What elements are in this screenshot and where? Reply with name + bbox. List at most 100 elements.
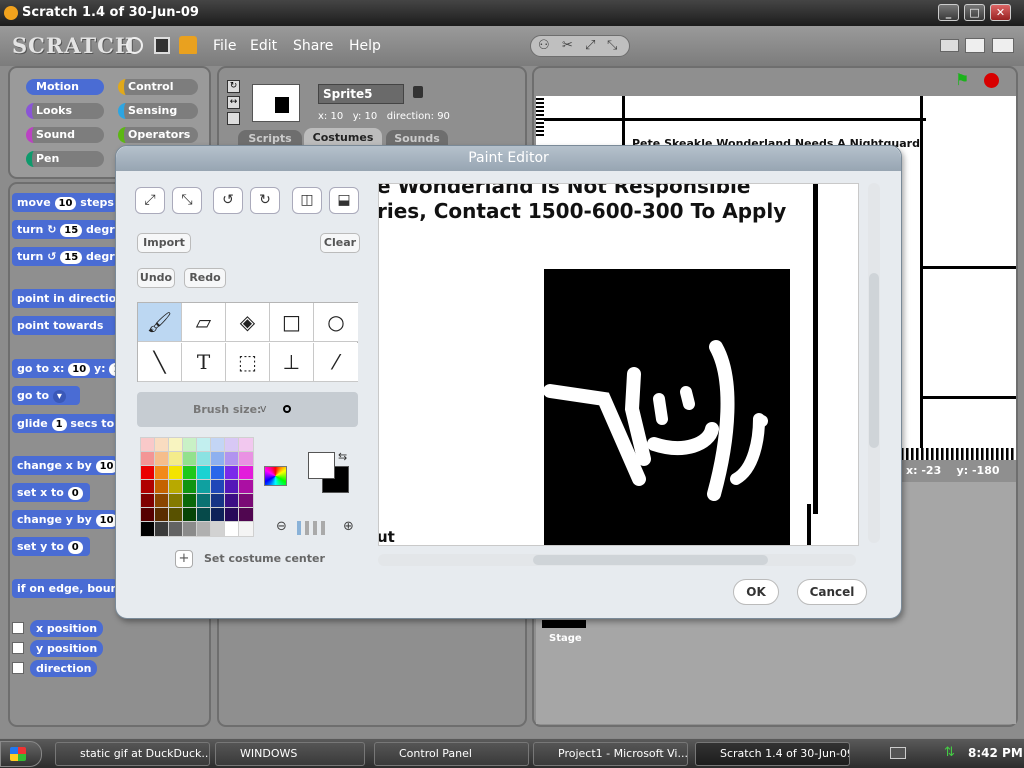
block-input[interactable]: 0 xyxy=(67,541,83,554)
eyedropper-icon[interactable]: ⁄ xyxy=(314,343,358,382)
color-swatch[interactable] xyxy=(238,451,254,467)
small-stage-icon[interactable] xyxy=(940,39,959,52)
color-swatch[interactable] xyxy=(140,507,156,523)
color-swatch[interactable] xyxy=(182,479,198,495)
category-operators[interactable]: Operators xyxy=(118,127,198,143)
reporter-checkbox[interactable] xyxy=(12,662,24,674)
color-swatch[interactable] xyxy=(140,451,156,467)
window-title-bar[interactable]: Scratch 1.4 of 30-Jun-09 _ □ ✕ xyxy=(0,0,1024,26)
block-glide[interactable]: glide 1 secs to xyxy=(12,414,117,433)
category-motion[interactable]: Motion xyxy=(26,79,104,95)
color-swatch[interactable] xyxy=(168,521,184,537)
color-swatch[interactable] xyxy=(224,479,240,495)
color-swatch[interactable] xyxy=(168,437,184,453)
color-swatch[interactable] xyxy=(210,493,226,509)
color-swatch[interactable] xyxy=(182,451,198,467)
block-input[interactable]: 0 xyxy=(67,487,83,500)
color-swatch[interactable] xyxy=(168,493,184,509)
color-swatch[interactable] xyxy=(210,507,226,523)
category-control[interactable]: Control xyxy=(118,79,198,95)
set-costume-center-label[interactable]: Set costume center xyxy=(204,552,325,565)
category-sensing[interactable]: Sensing xyxy=(118,103,198,119)
color-swatch[interactable] xyxy=(182,437,198,453)
no-rotate-icon[interactable] xyxy=(227,112,240,125)
color-swatch[interactable] xyxy=(210,465,226,481)
category-pen[interactable]: Pen xyxy=(26,151,104,167)
paintbrush-icon[interactable]: 🖌 xyxy=(138,303,182,342)
color-swatch[interactable] xyxy=(196,465,212,481)
color-swatch[interactable] xyxy=(182,507,198,523)
undo-button[interactable]: Undo xyxy=(137,268,175,288)
stop-sign-icon[interactable] xyxy=(984,73,999,88)
color-swatch[interactable] xyxy=(210,479,226,495)
block-turn-left[interactable]: turn ↺ 15 degr xyxy=(12,247,117,266)
menu-help[interactable]: Help xyxy=(349,38,381,54)
shrink-tool-icon[interactable]: ⤡ xyxy=(607,38,617,53)
color-picker-icon[interactable] xyxy=(264,466,287,486)
color-swatch[interactable] xyxy=(196,437,212,453)
category-sound[interactable]: Sound xyxy=(26,127,104,143)
vertical-scroll-thumb[interactable] xyxy=(869,273,879,448)
color-swatch[interactable] xyxy=(168,465,184,481)
minimize-icon[interactable]: _ xyxy=(938,4,959,21)
block-point-towards[interactable]: point towards xyxy=(12,316,117,335)
color-swatch[interactable] xyxy=(140,465,156,481)
color-swatch[interactable] xyxy=(196,451,212,467)
color-swatch[interactable] xyxy=(196,479,212,495)
block-change-x[interactable]: change x by 10 xyxy=(12,456,118,475)
color-swatch[interactable] xyxy=(196,493,212,509)
taskbar-item[interactable]: WINDOWS xyxy=(215,742,365,766)
block-set-x[interactable]: set x to 0 xyxy=(12,483,90,502)
menu-file[interactable]: File xyxy=(213,38,236,54)
color-swatch[interactable] xyxy=(168,451,184,467)
color-swatch[interactable] xyxy=(238,521,254,537)
zoom-in-icon[interactable]: ⊕ xyxy=(343,519,354,534)
block-goto[interactable]: go to ▾ xyxy=(12,386,80,405)
block-input[interactable]: 10 xyxy=(68,363,91,376)
color-swatch[interactable] xyxy=(238,479,254,495)
reporter-y-position[interactable]: y position xyxy=(30,640,104,657)
color-swatch[interactable] xyxy=(154,437,170,453)
import-button[interactable]: Import xyxy=(137,233,191,253)
flip-style-icon[interactable]: ↔ xyxy=(227,96,240,109)
sprite-name-field[interactable]: Sprite5 xyxy=(318,84,404,104)
zoom-level-bars[interactable] xyxy=(297,521,337,535)
fill-bucket-icon[interactable]: ◈ xyxy=(226,303,270,342)
block-goto-xy[interactable]: go to x: 10 y: 1 xyxy=(12,359,125,378)
eraser-icon[interactable]: ▱ xyxy=(182,303,226,342)
swap-colors-icon[interactable]: ⇆ xyxy=(338,450,347,463)
duplicate-tool-icon[interactable]: ⚇ xyxy=(538,38,550,53)
category-looks[interactable]: Looks xyxy=(26,103,104,119)
color-swatch[interactable] xyxy=(154,521,170,537)
color-swatch[interactable] xyxy=(154,493,170,509)
network-icon[interactable]: ⇅ xyxy=(944,745,955,760)
stage-label[interactable]: Stage xyxy=(549,633,582,644)
share-house-icon[interactable] xyxy=(179,36,197,54)
color-swatch[interactable] xyxy=(154,465,170,481)
close-icon[interactable]: ✕ xyxy=(990,4,1011,21)
clear-button[interactable]: Clear xyxy=(320,233,360,253)
keyboard-icon[interactable] xyxy=(890,747,906,759)
green-flag-icon[interactable]: ⚑ xyxy=(955,72,973,88)
taskbar-item[interactable]: static gif at DuckDuck... xyxy=(55,742,210,766)
paint-editor-title[interactable]: Paint Editor xyxy=(116,146,901,171)
block-input[interactable]: 1 xyxy=(51,418,67,431)
block-point-direction[interactable]: point in direction xyxy=(12,289,124,308)
color-swatch[interactable] xyxy=(140,479,156,495)
color-swatch[interactable] xyxy=(140,521,156,537)
color-swatch[interactable] xyxy=(238,493,254,509)
block-input[interactable]: 15 xyxy=(60,224,83,237)
menu-edit[interactable]: Edit xyxy=(250,38,277,54)
color-swatch[interactable] xyxy=(238,507,254,523)
stamp-icon[interactable]: ⊥ xyxy=(270,343,314,382)
ellipse-icon[interactable]: ○ xyxy=(314,303,358,342)
horizontal-scroll-thumb[interactable] xyxy=(533,555,768,565)
color-swatch[interactable] xyxy=(196,521,212,537)
clock[interactable]: 8:42 PM xyxy=(968,746,1023,760)
color-swatch[interactable] xyxy=(196,507,212,523)
block-input[interactable]: 10 xyxy=(54,197,77,210)
normal-stage-icon[interactable] xyxy=(965,38,985,53)
canvas-vertical-scrollbar[interactable] xyxy=(868,183,880,543)
color-swatch[interactable] xyxy=(154,507,170,523)
block-if-on-edge-bounce[interactable]: if on edge, bounce xyxy=(12,579,117,598)
